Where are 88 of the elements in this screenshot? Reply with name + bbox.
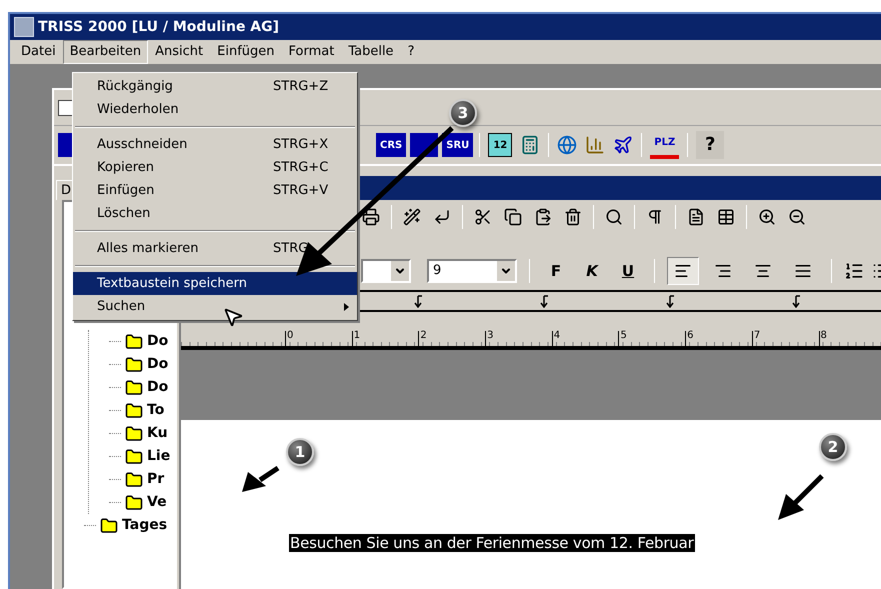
- ruler-number: 1: [352, 331, 418, 346]
- toolbar-button[interactable]: CRS: [376, 133, 406, 157]
- menu-item[interactable]: Rückgängig STRG+Z: [73, 75, 357, 98]
- folder-icon: [100, 516, 118, 534]
- menu-item[interactable]: Format: [282, 40, 342, 64]
- print-icon[interactable]: [362, 208, 380, 226]
- tab-stop-icon[interactable]: [791, 294, 801, 308]
- ruler-number: 2: [418, 331, 486, 346]
- shortcut-text: STRG+X: [273, 136, 330, 154]
- font-size-field[interactable]: 9: [427, 259, 517, 283]
- style-button[interactable]: F: [542, 257, 570, 285]
- ruler-number: 0: [285, 331, 352, 346]
- tree-item[interactable]: Do: [147, 331, 168, 352]
- tree-item[interactable]: Lie: [147, 446, 170, 467]
- folder-icon: [125, 470, 143, 488]
- search-icon[interactable]: [605, 208, 623, 226]
- bar-chart-icon[interactable]: [585, 135, 606, 155]
- globe-icon[interactable]: [557, 135, 578, 155]
- document-text[interactable]: Besuchen Sie uns an der Ferienmesse vom 12. Februar: [289, 534, 695, 552]
- menu-item[interactable]: Bearbeiten: [62, 40, 148, 64]
- menu-item[interactable]: ?: [400, 40, 422, 64]
- page-icon[interactable]: [687, 208, 705, 226]
- pointer-arrow: [776, 474, 824, 522]
- menu-item[interactable]: Einfügen: [210, 40, 282, 64]
- plane-icon[interactable]: [613, 135, 634, 155]
- shortcut-text: STRG+V: [273, 182, 330, 200]
- postcode-button[interactable]: PLZ: [650, 131, 680, 159]
- folder-icon: [125, 356, 143, 374]
- font-field[interactable]: [361, 259, 411, 283]
- menu-item[interactable]: Suchen: [73, 295, 357, 318]
- menu-item[interactable]: Textbaustein speichern: [73, 272, 357, 295]
- align-icon: [714, 262, 732, 280]
- help-button[interactable]: ?: [696, 131, 724, 159]
- submenu-arrow-icon: [344, 302, 349, 310]
- ruler-number: 4: [552, 331, 618, 346]
- tab-stop-icon[interactable]: [539, 294, 549, 308]
- menu-item[interactable]: Kopieren STRG+C: [73, 156, 357, 179]
- align-icon: [794, 262, 812, 280]
- numbered-list-icon[interactable]: [844, 261, 864, 281]
- ruler-number: 7: [752, 331, 818, 346]
- folder-icon: [125, 402, 143, 420]
- window-title: TRISS 2000 [LU / Moduline AG]: [38, 18, 280, 36]
- calculator-icon[interactable]: [520, 135, 540, 155]
- shortcut-text: STRG+C: [273, 158, 330, 177]
- cut-icon[interactable]: [474, 208, 492, 226]
- align-icon: [754, 262, 772, 280]
- menu-item[interactable]: Ausschneiden STRG+X: [73, 133, 357, 156]
- folder-icon: [125, 494, 143, 512]
- folder-icon: [125, 424, 143, 442]
- tree-item[interactable]: Do: [147, 377, 168, 398]
- tree-item[interactable]: To: [147, 400, 164, 421]
- calendar-button[interactable]: 12: [488, 133, 512, 157]
- tree-item[interactable]: Ku: [147, 423, 168, 444]
- tab-stop-icon[interactable]: [413, 294, 423, 308]
- tree-item[interactable]: Pr: [147, 469, 164, 490]
- wand-icon[interactable]: [403, 208, 421, 226]
- toolbar-button[interactable]: SRU: [442, 133, 474, 157]
- trash-icon[interactable]: [564, 208, 582, 226]
- tree-item[interactable]: Tages: [122, 515, 168, 536]
- ruler-number: 3: [485, 331, 552, 346]
- table-icon[interactable]: [717, 208, 735, 226]
- style-button[interactable]: U: [614, 257, 642, 285]
- tab-stop-icon[interactable]: [665, 294, 675, 308]
- ruler-number: 6: [685, 331, 752, 346]
- copy-icon[interactable]: [504, 208, 522, 226]
- menu-item[interactable]: Wiederholen: [73, 98, 357, 121]
- zoom-in-icon[interactable]: [758, 208, 776, 226]
- menu-item[interactable]: Datei: [14, 40, 63, 64]
- paste-icon[interactable]: [534, 208, 552, 226]
- app-icon: [14, 17, 34, 37]
- tree-item[interactable]: Do: [147, 354, 168, 375]
- ruler-number: 5: [618, 331, 686, 346]
- folder-icon: [125, 448, 143, 466]
- ruler-number: 8: [818, 331, 881, 346]
- menu-item[interactable]: Löschen: [73, 202, 357, 225]
- folder-icon: [125, 378, 143, 396]
- folder-icon: [125, 332, 143, 350]
- return-icon[interactable]: [433, 208, 451, 226]
- menu-item[interactable]: Ansicht: [148, 40, 210, 64]
- pointer-arrow: [240, 466, 280, 494]
- pilcrow-icon[interactable]: [646, 208, 664, 226]
- zoom-out-icon[interactable]: [788, 208, 806, 226]
- tree-item[interactable]: Ve: [147, 492, 167, 513]
- align-icon: [674, 262, 692, 280]
- style-button[interactable]: K: [578, 257, 606, 285]
- menu-item[interactable]: Tabelle: [341, 40, 401, 64]
- shortcut-text: STRG+Z: [273, 78, 330, 96]
- align-button[interactable]: [667, 257, 699, 285]
